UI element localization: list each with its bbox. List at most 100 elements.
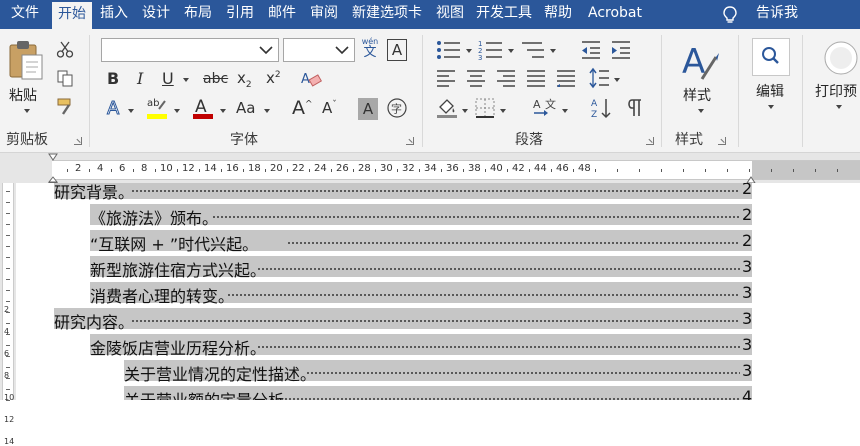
ruler-tick: [727, 169, 728, 172]
toc-page-number: 3: [742, 283, 753, 302]
editing-button[interactable]: 编辑: [756, 81, 784, 101]
tab-12[interactable]: Acrobat: [580, 0, 650, 29]
font-name-combobox[interactable]: [101, 38, 279, 62]
text-effects-icon[interactable]: A: [105, 97, 125, 120]
change-case-icon[interactable]: Aa: [236, 99, 255, 117]
align-right-icon[interactable]: [496, 69, 516, 87]
print-preview-button[interactable]: 打印预: [815, 81, 857, 101]
line-spacing-dropdown-icon[interactable]: [614, 78, 620, 82]
change-case-dropdown-icon[interactable]: [264, 109, 270, 113]
paste-button[interactable]: 粘贴: [9, 85, 37, 105]
chevron-down-icon[interactable]: [259, 45, 273, 55]
vertical-ruler-number: 8: [4, 371, 10, 380]
clipboard-launcher-icon[interactable]: [74, 137, 82, 145]
sort-icon[interactable]: A Z: [590, 97, 612, 119]
vertical-ruler-number: 14: [4, 437, 15, 446]
decrease-indent-icon[interactable]: [580, 39, 602, 61]
tab-8[interactable]: 新建选项卡: [346, 0, 428, 29]
tab-3[interactable]: 设计: [136, 0, 176, 29]
superscript-icon[interactable]: x2: [266, 69, 281, 87]
toc-page-number: 3: [742, 309, 753, 328]
paragraph-launcher-icon[interactable]: [646, 137, 654, 145]
justify-icon[interactable]: [526, 69, 546, 87]
align-left-icon[interactable]: [436, 69, 456, 87]
editing-button-frame[interactable]: [752, 38, 790, 76]
lightbulb-icon[interactable]: [720, 5, 740, 25]
underline-icon[interactable]: U: [162, 69, 174, 88]
bullets-dropdown-icon[interactable]: [466, 49, 472, 53]
bold-icon[interactable]: B: [107, 69, 119, 88]
increase-indent-icon[interactable]: [610, 39, 632, 61]
paste-icon[interactable]: [8, 39, 44, 81]
underline-dropdown-icon[interactable]: [183, 78, 189, 82]
copy-icon[interactable]: [56, 69, 74, 87]
numbering-icon[interactable]: 1 2 3: [478, 39, 504, 61]
line-spacing-icon[interactable]: [588, 67, 610, 89]
tab-11[interactable]: 帮助: [538, 0, 578, 29]
shrink-font-icon[interactable]: Aˇ: [322, 99, 337, 117]
tab-10[interactable]: 开发工具: [472, 0, 536, 29]
font-color-icon[interactable]: A: [192, 95, 214, 121]
vertical-ruler[interactable]: 2 4 6 8 10 12 14: [0, 183, 16, 446]
phonetic-guide-icon[interactable]: wén 文: [360, 37, 380, 63]
distributed-icon[interactable]: [556, 69, 576, 87]
editing-dropdown-icon[interactable]: [768, 105, 774, 109]
character-shading-icon[interactable]: A: [358, 98, 378, 120]
italic-icon[interactable]: I: [137, 69, 143, 88]
align-center-icon[interactable]: [466, 69, 486, 87]
highlighter-dropdown-icon[interactable]: [174, 109, 180, 113]
print-preview-dropdown-icon[interactable]: [836, 105, 842, 109]
text-effects-dropdown-icon[interactable]: [128, 109, 134, 113]
chevron-down-icon[interactable]: [24, 109, 30, 113]
horizontal-ruler[interactable]: 2 4 6 8 10 12 14 16 18 20 22 24 26 28 30 32 34 36 38 40 42 44…: [52, 160, 860, 180]
asian-layout-dropdown-icon[interactable]: [562, 109, 568, 113]
tab-6[interactable]: 邮件: [262, 0, 302, 29]
borders-dropdown-icon[interactable]: [500, 109, 506, 113]
print-preview-icon[interactable]: [822, 39, 860, 77]
styles-dropdown-icon[interactable]: [698, 109, 704, 113]
tab-7[interactable]: 审阅: [304, 0, 344, 29]
ruler-tick: [639, 169, 640, 172]
font-launcher-icon[interactable]: [406, 137, 414, 145]
tab-4[interactable]: 布局: [178, 0, 218, 29]
vertical-ruler-tick: [6, 268, 10, 269]
tell-me-label[interactable]: 告诉我: [756, 0, 798, 29]
strikethrough-icon[interactable]: abc: [203, 71, 228, 87]
bullets-icon[interactable]: [436, 39, 462, 61]
tab-2[interactable]: 插入: [94, 0, 134, 29]
styles-icon[interactable]: A: [680, 39, 720, 83]
multilevel-list-icon[interactable]: [520, 39, 546, 61]
cut-icon[interactable]: [56, 41, 74, 59]
tab-5[interactable]: 引用: [220, 0, 260, 29]
ruler-number: 30: [380, 163, 393, 174]
clear-formatting-icon[interactable]: A: [300, 69, 322, 89]
highlighter-icon[interactable]: ab: [145, 95, 169, 121]
ruler-margin-area: [752, 161, 860, 179]
tab-0[interactable]: 文件: [0, 0, 50, 29]
chevron-down-icon[interactable]: [335, 45, 349, 55]
toc-entry-text: 研究背景。: [54, 183, 135, 202]
shading-icon[interactable]: [436, 97, 458, 119]
ruler-number: 40: [490, 163, 503, 174]
character-border-icon[interactable]: A: [387, 39, 407, 61]
tab-1[interactable]: 开始: [52, 2, 92, 29]
numbering-dropdown-icon[interactable]: [508, 49, 514, 53]
first-line-indent-marker[interactable]: [48, 153, 58, 161]
document-page[interactable]: 研究背景。 2 《旅游法》颁布。 2 “互联网 + ”时代兴起。 2 新型旅游住宿方式兴起。…: [16, 183, 860, 400]
enclose-characters-icon[interactable]: 字: [386, 97, 408, 119]
tab-9[interactable]: 视图: [430, 0, 470, 29]
font-size-combobox[interactable]: [283, 38, 355, 62]
ruler-number: 10: [160, 163, 173, 174]
grow-font-icon[interactable]: A^: [292, 97, 313, 119]
shading-dropdown-icon[interactable]: [462, 109, 468, 113]
asian-layout-icon[interactable]: A 文: [532, 97, 558, 119]
show-hide-marks-icon[interactable]: [624, 97, 646, 119]
vertical-ruler-tick: [6, 389, 10, 390]
borders-icon[interactable]: [474, 97, 496, 119]
styles-button[interactable]: 样式: [683, 85, 711, 105]
font-color-dropdown-icon[interactable]: [220, 109, 226, 113]
format-painter-icon[interactable]: [56, 97, 76, 117]
subscript-icon[interactable]: x2: [237, 69, 252, 90]
styles-launcher-icon[interactable]: [718, 137, 726, 145]
multilevel-list-dropdown-icon[interactable]: [550, 49, 556, 53]
